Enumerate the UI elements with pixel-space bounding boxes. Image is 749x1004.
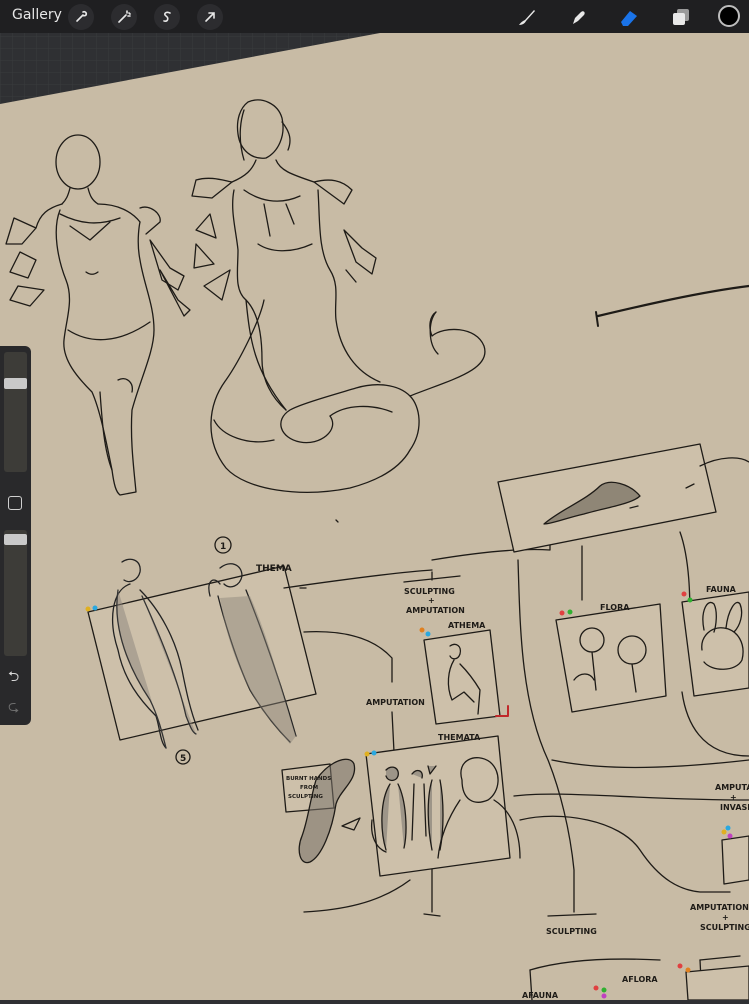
label-amputation-3: AMPUTATION <box>690 903 749 912</box>
label-amputa: AMPUTA <box>715 783 749 792</box>
label-sculpting: SCULPTING <box>404 587 455 596</box>
label-themata: THEMATA <box>438 733 481 742</box>
label-burnt-2: FROM <box>300 785 318 791</box>
wrench-icon[interactable] <box>68 4 94 30</box>
label-burnt-1: BURNT HANDS <box>286 776 331 782</box>
themata-panel <box>365 735 521 877</box>
label-aflora: AFLORA <box>622 975 658 984</box>
label-sculpting-2: SCULPTING <box>546 927 597 936</box>
label-fauna: FAUNA <box>706 585 737 594</box>
label-afauna: AFAUNA <box>522 991 559 1000</box>
brush-size-thumb[interactable] <box>4 378 27 389</box>
left-sidebar: ⮌ ⮎ <box>0 346 31 725</box>
transform-arrow-icon[interactable] <box>197 4 223 30</box>
drawing-canvas[interactable]: THEMA 1 5 SCULPTING + AMPUTATION ATHEMA … <box>0 0 749 1001</box>
label-amputation-2: AMPUTATION <box>366 698 425 707</box>
label-thema: THEMA <box>256 564 292 574</box>
label-plus: + <box>428 596 435 605</box>
label-amputation: AMPUTATION <box>406 606 465 615</box>
flora-panel <box>555 603 667 713</box>
selection-s-icon[interactable] <box>154 4 180 30</box>
top-toolbar: Gallery <box>0 0 749 33</box>
brush-size-slider[interactable] <box>4 352 27 472</box>
label-athema: ATHEMA <box>448 621 486 630</box>
modify-square-button[interactable] <box>8 496 22 510</box>
label-plus-3: + <box>722 913 729 922</box>
label-marker-1: 1 <box>220 542 226 552</box>
magic-wand-icon[interactable] <box>111 4 137 30</box>
label-flora: FLORA <box>600 603 630 612</box>
eraser-icon[interactable] <box>616 4 642 30</box>
label-burnt-3: SCULPTING <box>288 794 323 800</box>
fauna-panel <box>681 591 749 697</box>
undo-icon[interactable]: ⮌ <box>8 666 19 690</box>
opacity-thumb[interactable] <box>4 534 27 545</box>
redo-icon[interactable]: ⮎ <box>8 696 19 720</box>
color-picker-swatch[interactable] <box>718 5 740 27</box>
label-marker-5: 5 <box>180 754 186 764</box>
gallery-button[interactable]: Gallery <box>12 7 62 23</box>
label-invasi: INVASI <box>720 803 749 812</box>
opacity-slider[interactable] <box>4 530 27 656</box>
brush-icon[interactable] <box>513 4 539 30</box>
label-sculpting-3: SCULPTING <box>700 923 749 932</box>
smudge-icon[interactable] <box>565 4 591 30</box>
layers-icon[interactable] <box>668 4 694 30</box>
label-plus-2: + <box>730 793 737 802</box>
